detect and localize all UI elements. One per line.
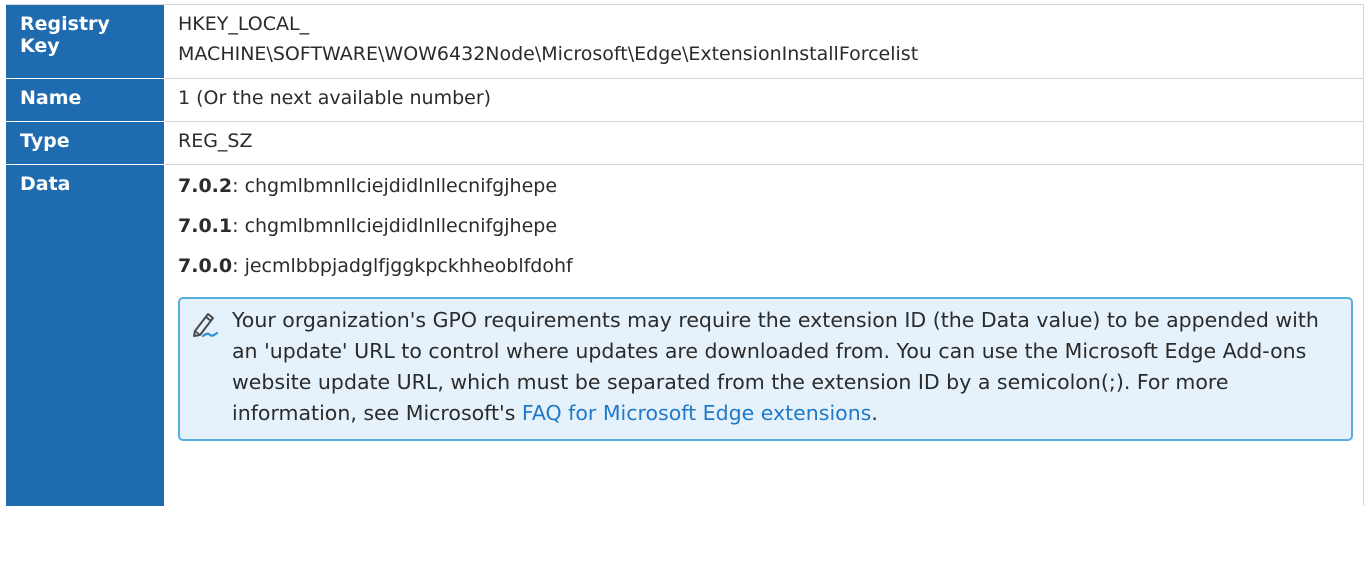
registry-key-value-line2: MACHINE\SOFTWARE\WOW6432Node\Microsoft\E…	[178, 43, 919, 65]
data-entry-version: 7.0.1	[178, 215, 233, 237]
note-trailing: .	[871, 401, 878, 425]
name-value: 1 (Or the next available number)	[165, 79, 1363, 122]
data-entry: 7.0.0: jecmlbbpjadglfjggkpckhheoblfdohf	[178, 251, 1353, 291]
data-entry: 7.0.1: chgmlbmnllciejdidlnllecnifgjhepe	[178, 211, 1353, 251]
data-entry-separator: :	[232, 215, 245, 237]
data-entry-version: 7.0.2	[178, 175, 233, 197]
note-callout: Your organization's GPO requirements may…	[178, 297, 1353, 441]
data-entry: 7.0.2: chgmlbmnllciejdidlnllecnifgjhepe	[178, 171, 1353, 211]
registry-settings-table: Registry Key HKEY_LOCAL_ MACHINE\SOFTWAR…	[6, 4, 1364, 506]
data-label: Data	[6, 165, 165, 506]
data-entry-separator: :	[232, 175, 245, 197]
table-row-registry-key: Registry Key HKEY_LOCAL_ MACHINE\SOFTWAR…	[6, 5, 1363, 79]
registry-key-value: HKEY_LOCAL_ MACHINE\SOFTWARE\WOW6432Node…	[165, 5, 1363, 79]
table-row-data: Data 7.0.2: chgmlbmnllciejdidlnllecnifgj…	[6, 165, 1363, 506]
data-value: 7.0.2: chgmlbmnllciejdidlnllecnifgjhepe …	[165, 165, 1363, 506]
data-entry-id: jecmlbbpjadglfjggkpckhheoblfdohf	[244, 255, 573, 277]
table-row-type: Type REG_SZ	[6, 122, 1363, 165]
data-entry-id: chgmlbmnllciejdidlnllecnifgjhepe	[244, 215, 558, 237]
registry-key-value-line1: HKEY_LOCAL_	[178, 13, 310, 35]
data-entry-version: 7.0.0	[178, 255, 233, 277]
name-label: Name	[6, 79, 165, 122]
type-label: Type	[6, 122, 165, 165]
data-entry-separator: :	[232, 255, 245, 277]
registry-key-label: Registry Key	[6, 5, 165, 79]
type-value: REG_SZ	[165, 122, 1363, 165]
table-row-name: Name 1 (Or the next available number)	[6, 79, 1363, 122]
pencil-note-icon	[189, 309, 219, 339]
faq-edge-extensions-link[interactable]: FAQ for Microsoft Edge extensions	[522, 401, 871, 425]
data-entry-id: chgmlbmnllciejdidlnllecnifgjhepe	[244, 175, 558, 197]
